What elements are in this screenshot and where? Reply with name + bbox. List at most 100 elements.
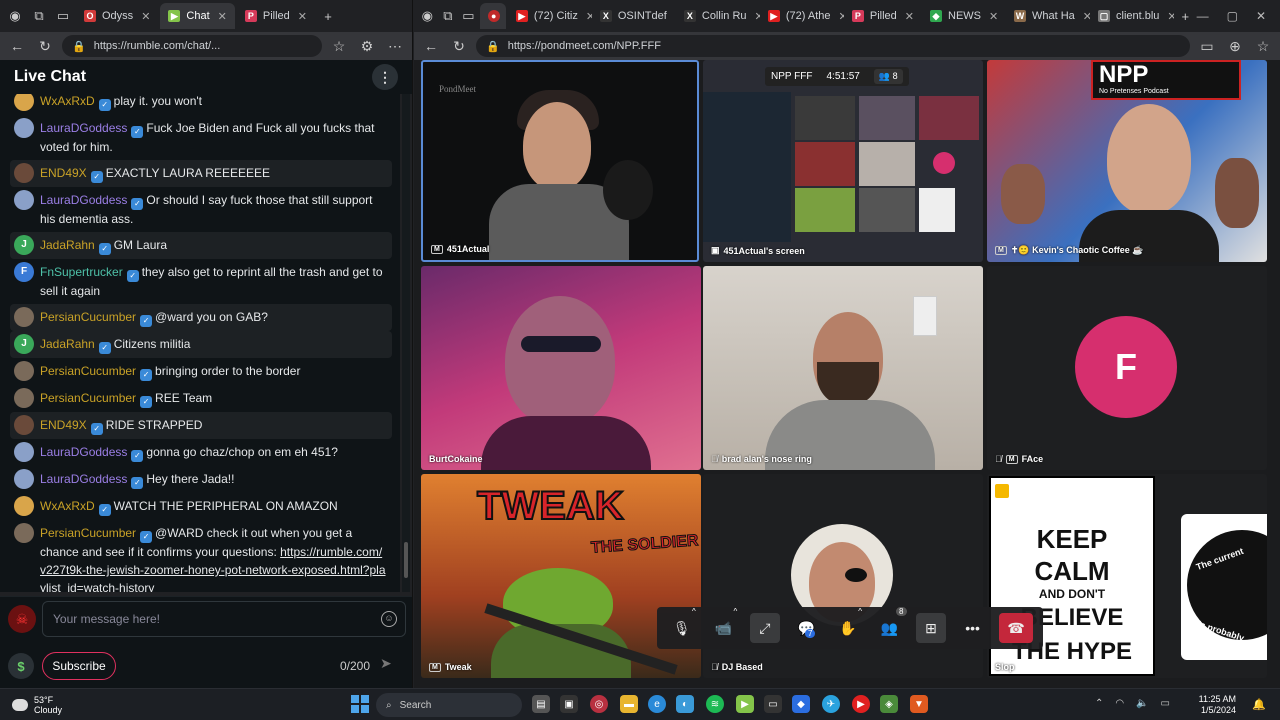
camera-icon[interactable]: ▭ bbox=[1196, 35, 1218, 57]
youtube-icon[interactable]: ▶ bbox=[852, 695, 870, 713]
spotify-icon[interactable]: ≋ bbox=[706, 695, 724, 713]
weather-widget[interactable]: 53°F Cloudy bbox=[12, 695, 62, 715]
close-tab-icon[interactable]: ✕ bbox=[298, 10, 307, 23]
chat-avatar[interactable] bbox=[14, 388, 34, 408]
close-tab-icon[interactable]: ✕ bbox=[989, 10, 998, 23]
workspaces-icon[interactable]: ⧉ bbox=[28, 5, 50, 27]
system-tray[interactable]: ⌃ ◠ 🔈 ▭ bbox=[1095, 698, 1170, 709]
tab-actions-icon[interactable]: ▭ bbox=[52, 5, 74, 27]
chat-avatar[interactable]: J bbox=[14, 334, 34, 354]
chat-username[interactable]: LauraDGoddess bbox=[40, 121, 127, 135]
extensions-icon[interactable]: ⚙ bbox=[356, 35, 378, 57]
maximize-icon[interactable]: ▢ bbox=[1227, 9, 1238, 23]
chat-username[interactable]: FnSupertrucker bbox=[40, 265, 123, 279]
browser-tab[interactable]: X Collin Ru ✕ bbox=[676, 3, 760, 29]
close-icon[interactable]: ✕ bbox=[1256, 9, 1266, 23]
chat-avatar[interactable]: F bbox=[14, 262, 34, 282]
browser-tab[interactable]: W What Ha ✕ bbox=[1006, 3, 1090, 29]
browser-tab[interactable]: ▶ Chat ✕ bbox=[160, 3, 235, 29]
chat-scrollbar[interactable] bbox=[402, 94, 410, 592]
tab-pondmeet[interactable]: ● bbox=[479, 3, 506, 29]
chat-username[interactable]: WxAxRxD bbox=[40, 499, 95, 513]
refresh-icon[interactable]: ↻ bbox=[448, 35, 470, 57]
url-field[interactable]: 🔒 https://rumble.com/chat/... bbox=[62, 35, 322, 57]
chat-username[interactable]: PersianCucumber bbox=[40, 391, 136, 405]
leave-call-button[interactable]: ☎ bbox=[999, 613, 1034, 643]
chat-menu-button[interactable]: ⋮ bbox=[372, 64, 398, 90]
chat-username[interactable]: PersianCucumber bbox=[40, 310, 136, 324]
app-icon[interactable]: ◈ bbox=[880, 695, 898, 713]
widgets-icon[interactable]: ▣ bbox=[560, 695, 578, 713]
chat-username[interactable]: LauraDGoddess bbox=[40, 193, 127, 207]
chat-username[interactable]: LauraDGoddess bbox=[40, 445, 127, 459]
telegram-icon[interactable]: ✈ bbox=[822, 695, 840, 713]
tile-view-button[interactable]: ⊞ bbox=[916, 613, 947, 643]
app-icon[interactable]: ◎ bbox=[590, 695, 608, 713]
start-button[interactable] bbox=[351, 695, 369, 713]
favorite-icon[interactable]: ☆ bbox=[1252, 35, 1274, 57]
chat-avatar[interactable] bbox=[14, 361, 34, 381]
screenshare-button[interactable]: ⤢ bbox=[749, 613, 780, 643]
task-view-icon[interactable]: ▤ bbox=[532, 695, 550, 713]
browser-tab[interactable]: ▶ (72) Citiz ✕ bbox=[508, 3, 592, 29]
close-tab-icon[interactable]: ✕ bbox=[905, 10, 914, 23]
microphone-button[interactable]: 🎙 ^ bbox=[667, 607, 697, 643]
browser-tab[interactable]: ▢ client.blu ✕ bbox=[1090, 3, 1174, 29]
send-icon[interactable]: ➤ bbox=[380, 655, 400, 675]
browser-tab[interactable]: O Odyss ✕ bbox=[76, 3, 158, 29]
file-explorer-icon[interactable]: ▬ bbox=[620, 695, 638, 713]
more-icon[interactable]: ⋯ bbox=[384, 35, 406, 57]
chat-avatar[interactable] bbox=[14, 442, 34, 462]
chat-avatar[interactable] bbox=[14, 163, 34, 183]
chat-avatar[interactable] bbox=[14, 190, 34, 210]
rumble-icon[interactable]: ▶ bbox=[736, 695, 754, 713]
app-icon[interactable]: ◐ bbox=[676, 695, 694, 713]
browser-tab[interactable]: P Pilled ✕ bbox=[237, 3, 315, 29]
tile-burtcokaine[interactable]: BurtCokaine bbox=[421, 266, 701, 470]
raise-hand-button[interactable]: ✋ ^ bbox=[833, 607, 863, 643]
new-tab-button[interactable]: + bbox=[317, 5, 339, 27]
chat-avatar[interactable] bbox=[14, 469, 34, 489]
chat-username[interactable]: JadaRahn bbox=[40, 238, 95, 252]
subscribe-button[interactable]: Subscribe bbox=[42, 652, 116, 680]
chat-avatar[interactable] bbox=[14, 523, 34, 543]
browser-tab[interactable]: P Pilled ✕ bbox=[844, 3, 922, 29]
profile-icon[interactable]: ◉ bbox=[4, 5, 26, 27]
tile-451actual-screen[interactable]: NPP FFF 4:51:57 👥 8 ▣ 451Actual's screen bbox=[703, 60, 983, 262]
zoom-icon[interactable]: ⊕ bbox=[1224, 35, 1246, 57]
chat-message-list[interactable]: WxAxRxD ✓ play it. you won't LauraDGoddess ✓… bbox=[0, 94, 400, 592]
back-icon[interactable]: ← bbox=[420, 35, 442, 57]
brave-icon[interactable]: ▼ bbox=[910, 695, 928, 713]
taskbar-search[interactable]: ⌕ Search bbox=[376, 693, 522, 717]
browser-tab[interactable]: ◆ NEWS ✕ bbox=[922, 3, 1006, 29]
app-icon[interactable]: ▭ bbox=[764, 695, 782, 713]
clock[interactable]: 11:25 AM 1/5/2024 bbox=[1199, 694, 1236, 716]
chat-username[interactable]: WxAxRxD bbox=[40, 94, 95, 108]
chat-avatar[interactable] bbox=[14, 94, 34, 111]
more-actions-button[interactable]: ••• bbox=[958, 613, 988, 643]
message-input[interactable]: Your message here! ☺ bbox=[42, 601, 406, 637]
browser-tab[interactable]: XOSINTdef✕ bbox=[592, 3, 676, 29]
close-tab-icon[interactable]: ✕ bbox=[1083, 10, 1090, 23]
close-tab-icon[interactable]: ✕ bbox=[141, 10, 150, 23]
chat-button[interactable]: 💬 7 bbox=[791, 613, 821, 643]
refresh-icon[interactable]: ↻ bbox=[34, 35, 56, 57]
new-tab-button[interactable]: + bbox=[1176, 5, 1195, 27]
chat-username[interactable]: JadaRahn bbox=[40, 337, 95, 351]
chat-username[interactable]: END49X bbox=[40, 418, 87, 432]
chat-username[interactable]: PersianCucumber bbox=[40, 364, 136, 378]
participants-button[interactable]: 👥 8 bbox=[875, 607, 907, 643]
profile-icon[interactable]: ◉ bbox=[418, 5, 437, 27]
tile-brad-alans-nose-ring[interactable]: 🎙̸ brad alan's nose ring bbox=[703, 266, 983, 470]
chat-avatar[interactable] bbox=[14, 415, 34, 435]
chat-username[interactable]: END49X bbox=[40, 166, 87, 180]
tile-kevins-chaotic-coffee[interactable]: NPP No Pretenses Podcast M ✝🙂 Kevin's Cha… bbox=[987, 60, 1267, 262]
minimize-icon[interactable]: — bbox=[1197, 9, 1209, 23]
emoji-icon[interactable]: ☺ bbox=[381, 611, 397, 627]
chat-avatar[interactable] bbox=[14, 118, 34, 138]
chat-username[interactable]: PersianCucumber bbox=[40, 526, 136, 540]
url-field[interactable]: 🔒 https://pondmeet.com/NPP.FFF bbox=[476, 35, 1190, 57]
close-tab-icon[interactable]: ✕ bbox=[586, 10, 592, 23]
tile-face[interactable]: F 🎙̸ M FAce bbox=[987, 266, 1267, 470]
tile-451actual[interactable]: PondMeet M 451Actual bbox=[421, 60, 699, 262]
